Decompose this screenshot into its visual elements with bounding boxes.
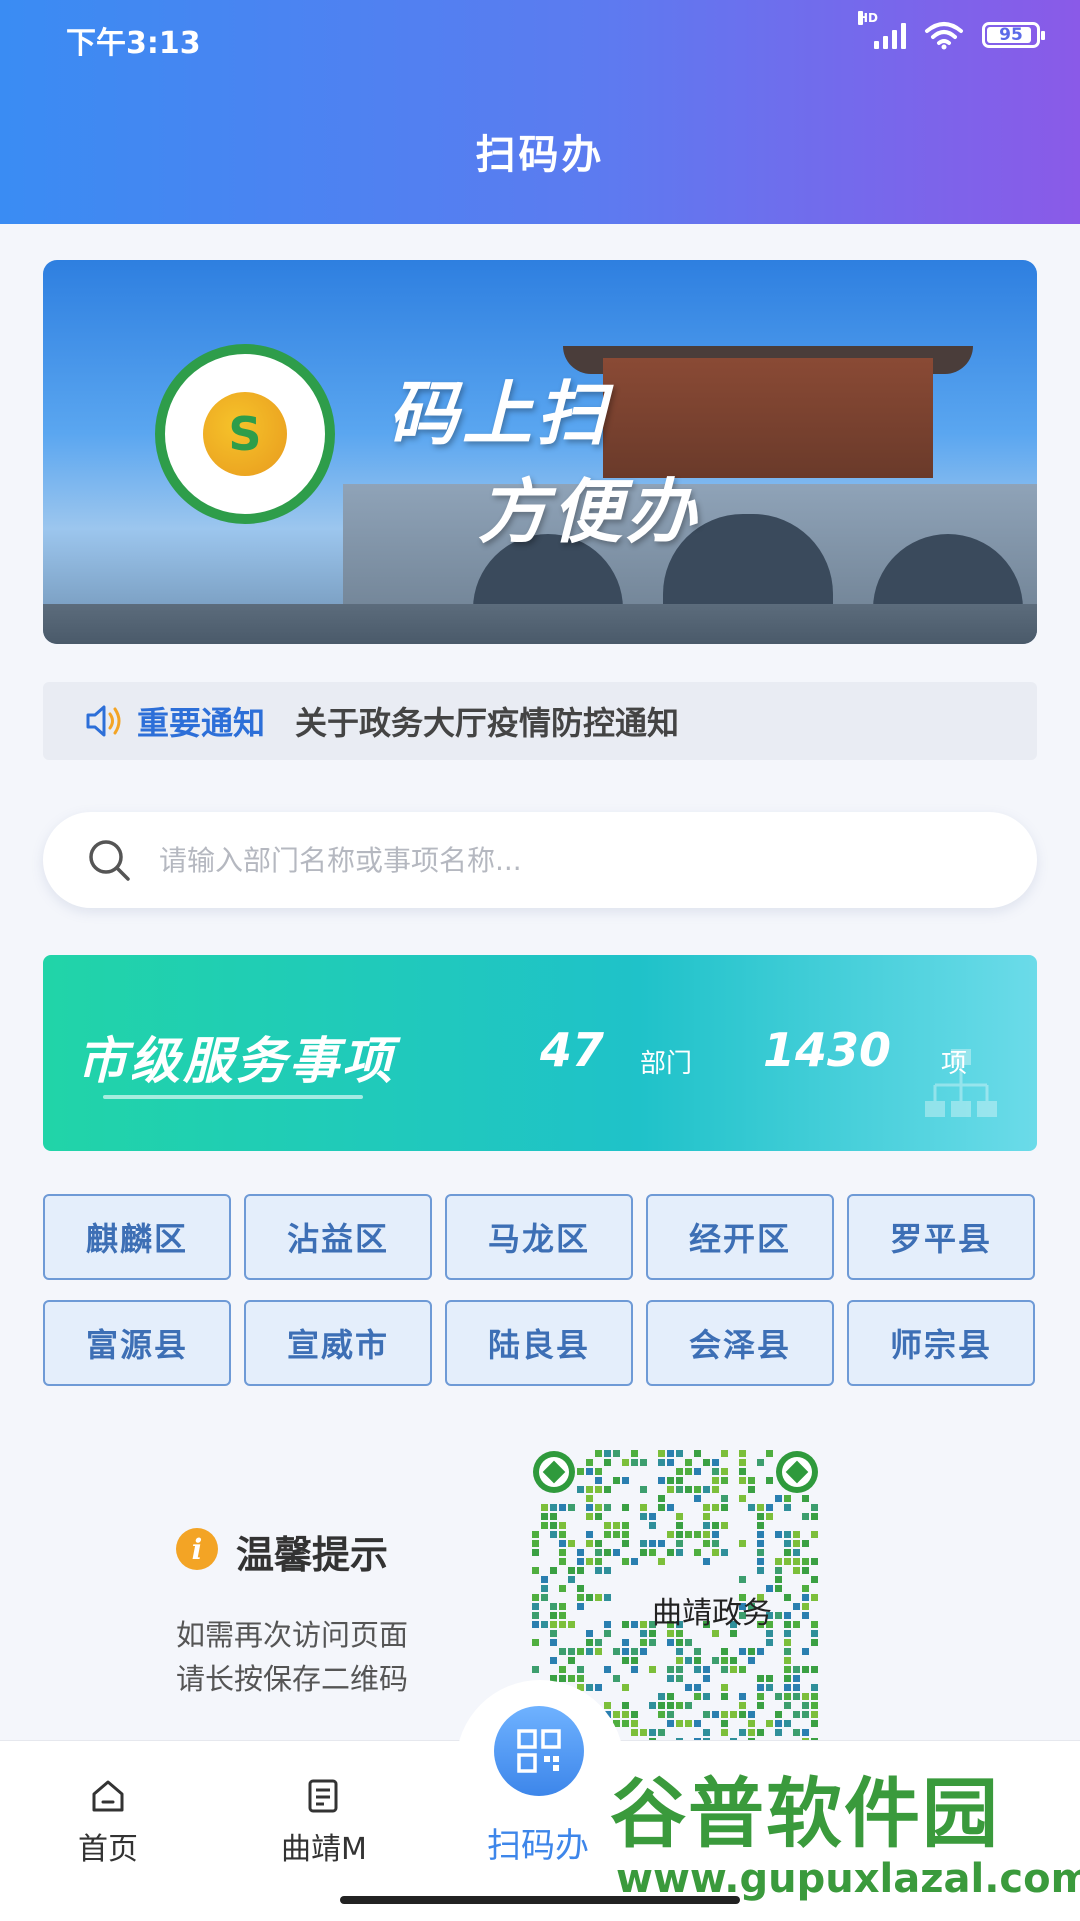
notice-label: 重要通知 [137,704,266,742]
header-bar: 下午3:13 HD 95 扫码办 [0,0,1080,224]
org-chart-icon [925,1049,997,1117]
info-icon: i [176,1528,218,1570]
banner-slogan-line2: 方便办 [478,471,700,553]
services-title: 市级服务事项 [77,1032,395,1090]
home-icon [92,1780,124,1812]
tips-line1: 如需再次访问页面 [176,1618,409,1652]
tips-title: 温馨提示 [236,1533,389,1577]
signal-icon: HD [858,11,906,49]
status-time: 下午3:13 [66,26,201,61]
hd-label: HD [858,11,879,25]
tab-qujing-m[interactable]: 曲靖M [254,1776,394,1868]
tab-home-label: 首页 [78,1832,138,1867]
district-button-luliang[interactable]: 陆良县 [445,1300,633,1386]
tab-home[interactable]: 首页 [38,1776,178,1868]
search-input[interactable] [157,842,921,878]
watermark-title: 谷普软件园 [610,1769,1000,1858]
search-icon [89,840,130,881]
district-button-qilin[interactable]: 麒麟区 [43,1194,231,1280]
promo-banner[interactable]: S 码上扫 方便办 [43,260,1037,644]
page-title: 扫码办 [475,132,605,178]
watermark-overlay: 谷普软件园 www.gupuxlazal.com [596,1748,1080,1920]
battery-icon: 95 [982,22,1045,48]
search-bar[interactable] [43,812,1037,908]
city-services-card[interactable]: 市级服务事项 47 部门 1430 项 [43,955,1037,1151]
qr-scan-icon [517,1729,561,1773]
wifi-icon [925,22,963,50]
tab-scan-button[interactable] [494,1706,584,1796]
qr-caption: 曲靖政务 [652,1596,772,1631]
items-count: 1430 [763,1023,892,1077]
district-button-huize[interactable]: 会泽县 [646,1300,834,1386]
tab-scan-label[interactable]: 扫码办 [458,1818,618,1867]
heart-logo-icon: S [203,392,287,476]
status-icons: HD 95 [858,11,1045,50]
district-button-shizong[interactable]: 师宗县 [847,1300,1035,1386]
banner-road-graphic [43,604,1037,644]
district-button-malong[interactable]: 马龙区 [445,1194,633,1280]
departments-unit: 部门 [640,1049,693,1079]
gov-service-logo: S [155,344,335,524]
battery-level: 95 [999,25,1023,45]
district-grid: 麒麟区 沾益区 马龙区 经开区 罗平县 富源县 宣威市 陆良县 会泽县 师宗县 [43,1194,1037,1386]
district-button-fuyuan[interactable]: 富源县 [43,1300,231,1386]
notice-text[interactable]: 关于政务大厅疫情防控通知 [295,698,679,744]
tab-qujing-m-label: 曲靖M [281,1832,367,1867]
district-button-jingkai[interactable]: 经开区 [646,1194,834,1280]
district-button-zhanyi[interactable]: 沾益区 [244,1194,432,1280]
district-button-luoping[interactable]: 罗平县 [847,1194,1035,1280]
tips-line2: 请长按保存二维码 [176,1662,409,1696]
notice-bar[interactable]: 重要通知 关于政务大厅疫情防控通知 [43,682,1037,760]
services-title-underline [103,1095,363,1099]
home-indicator[interactable] [340,1896,740,1904]
departments-count: 47 [540,1023,605,1077]
speaker-icon [86,705,121,737]
document-icon [308,1779,338,1813]
district-button-xuanwei[interactable]: 宣威市 [244,1300,432,1386]
banner-slogan-line1: 码上扫 [388,373,610,455]
